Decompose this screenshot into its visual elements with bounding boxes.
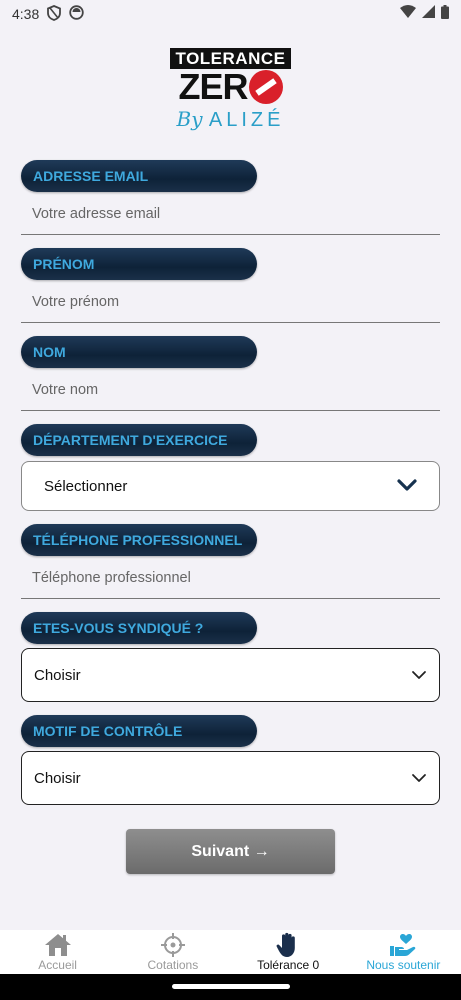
logo-brand-text: ALIZÉ [208, 109, 285, 131]
status-time: 4:38 [12, 6, 40, 22]
phone-label: TÉLÉPHONE PROFESSIONNEL [21, 524, 257, 556]
tolerance-zero-logo: TOLERANCE ZER By ALIZÉ [0, 48, 461, 144]
next-button[interactable]: Suivant → [126, 829, 335, 874]
department-select-value: Sélectionner [44, 477, 128, 495]
home-icon [44, 932, 72, 958]
nav-item-home[interactable]: Accueil [0, 930, 115, 974]
lastname-input[interactable] [21, 369, 440, 411]
union-select[interactable]: Choisir [21, 648, 440, 702]
status-left: 4:38 [12, 4, 84, 24]
nav-item-cotations[interactable]: Cotations [115, 930, 230, 974]
nav-label-home: Accueil [38, 958, 77, 972]
crosshair-icon [160, 932, 185, 958]
union-select-value: Choisir [34, 666, 81, 684]
bottom-nav: Accueil Cotations Tolérance 0 Nous soute… [0, 930, 461, 974]
nav-item-tolerance[interactable]: Tolérance 0 [231, 930, 346, 974]
reason-select-value: Choisir [34, 769, 81, 787]
firstname-label: PRÉNOM [21, 248, 257, 280]
nav-label-cotations: Cotations [147, 958, 199, 972]
chevron-down-icon [397, 478, 417, 495]
nav-label-support: Nous soutenir [366, 958, 441, 972]
department-select[interactable]: Sélectionner [21, 461, 440, 511]
email-label: ADRESSE EMAIL [21, 160, 257, 192]
hand-stop-icon [276, 932, 300, 958]
phone-input[interactable] [21, 557, 440, 599]
firstname-input[interactable] [21, 281, 440, 323]
status-bar: 4:38 [0, 0, 461, 28]
department-label: DÉPARTEMENT D'EXERCICE [21, 424, 257, 456]
email-input[interactable] [21, 193, 440, 235]
logo-zer-text: ZER [178, 66, 249, 107]
reason-label: MOTIF DE CONTRÔLE [21, 715, 257, 747]
no-entry-icon [248, 70, 283, 104]
nav-label-tolerance: Tolérance 0 [257, 958, 320, 972]
status-right [400, 4, 449, 24]
logo-by-alize: By ALIZÉ [177, 107, 285, 132]
lastname-label: NOM [21, 336, 257, 368]
battery-icon [441, 4, 449, 24]
reason-select[interactable]: Choisir [21, 751, 440, 805]
wifi-icon [400, 5, 416, 23]
logo-by-text: By [176, 107, 203, 131]
union-label: ETES-VOUS SYNDIQUÉ ? [21, 612, 257, 644]
logo-line-zero: ZER [179, 69, 283, 105]
nav-item-support[interactable]: Nous soutenir [346, 930, 461, 974]
home-gesture-handle[interactable] [172, 984, 290, 989]
signal-icon [422, 5, 435, 23]
system-gesture-bar [0, 974, 461, 1000]
chevron-down-icon [411, 667, 427, 684]
app-notification-icon [69, 5, 84, 23]
shield-icon [47, 4, 62, 24]
chevron-down-icon [411, 770, 427, 787]
heart-hand-icon [389, 932, 417, 958]
